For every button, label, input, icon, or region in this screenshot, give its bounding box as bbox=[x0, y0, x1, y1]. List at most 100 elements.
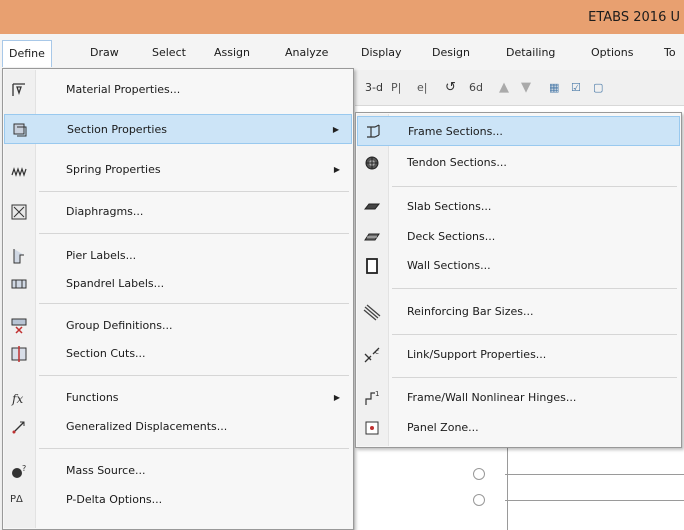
submenu-arrow-icon: ▶ bbox=[333, 165, 340, 174]
menu-item-label: Spandrel Labels... bbox=[66, 277, 165, 290]
menu-draw[interactable]: Draw bbox=[90, 43, 119, 63]
grid-icon[interactable]: ▦ bbox=[549, 78, 559, 98]
menu-item-label: Group Definitions... bbox=[66, 319, 173, 332]
displacement-icon bbox=[12, 421, 25, 434]
menu-item-label: Frame Sections... bbox=[408, 125, 503, 138]
menu-item-tendon-sections[interactable]: Tendon Sections... bbox=[357, 148, 680, 178]
toolbar: 3-d P| e| ↺ 6d ▲ ▼ ▦ ☑ ▢ bbox=[355, 70, 684, 106]
menu-item-pdelta-options[interactable]: PΔ P-Delta Options... bbox=[4, 485, 352, 515]
link-icon: c bbox=[364, 347, 380, 363]
menu-item-label: Mass Source... bbox=[66, 464, 146, 477]
checkbox-icon[interactable]: ☑ bbox=[571, 78, 581, 98]
menu-item-deck-sections[interactable]: Deck Sections... bbox=[357, 222, 680, 252]
pier-icon bbox=[13, 249, 24, 264]
pdelta-icon: PΔ bbox=[10, 494, 23, 505]
menu-detailing[interactable]: Detailing bbox=[506, 43, 555, 63]
svg-text:1: 1 bbox=[375, 390, 379, 398]
menu-item-label: Spring Properties bbox=[66, 163, 161, 176]
frame-icon[interactable]: ▢ bbox=[593, 78, 603, 98]
menu-item-frame-wall-nonlinear-hinges[interactable]: 1 Frame/Wall Nonlinear Hinges... bbox=[357, 383, 680, 413]
plan-view-icon[interactable]: P| bbox=[391, 78, 401, 98]
menu-analyze[interactable]: Analyze bbox=[285, 43, 328, 63]
section-cut-icon bbox=[11, 346, 27, 362]
diaphragm-icon bbox=[11, 204, 27, 220]
perspective-icon[interactable]: 6d bbox=[469, 78, 483, 98]
section-icon bbox=[13, 123, 27, 137]
menu-separator bbox=[39, 303, 349, 304]
menu-item-label: Link/Support Properties... bbox=[407, 348, 547, 361]
menu-item-label: Slab Sections... bbox=[407, 200, 492, 213]
grid-line bbox=[505, 500, 684, 501]
menu-separator bbox=[392, 186, 677, 187]
menu-item-section-properties[interactable]: Section Properties ▶ bbox=[4, 114, 352, 144]
window-title: ETABS 2016 U bbox=[588, 10, 680, 25]
menu-separator bbox=[392, 377, 677, 378]
spring-icon bbox=[11, 167, 27, 177]
menu-item-generalized-displacements[interactable]: Generalized Displacements... bbox=[4, 412, 352, 442]
menu-item-reinforcing-bar-sizes[interactable]: Reinforcing Bar Sizes... bbox=[357, 297, 680, 327]
menu-item-wall-sections[interactable]: Wall Sections... bbox=[357, 251, 680, 281]
menu-item-spring-properties[interactable]: Spring Properties ▶ bbox=[4, 155, 352, 185]
define-menu: Material Properties... Section Propertie… bbox=[2, 68, 354, 530]
menu-item-label: Pier Labels... bbox=[66, 249, 137, 262]
menu-separator bbox=[392, 334, 677, 335]
grid-bubble[interactable] bbox=[473, 468, 485, 480]
svg-text:fx: fx bbox=[11, 392, 23, 406]
menu-item-panel-zone[interactable]: Panel Zone... bbox=[357, 413, 680, 443]
menu-item-link-support-properties[interactable]: c Link/Support Properties... bbox=[357, 340, 680, 370]
menu-select[interactable]: Select bbox=[152, 43, 186, 63]
menu-item-diaphragms[interactable]: Diaphragms... bbox=[4, 197, 352, 227]
menu-define[interactable]: Define bbox=[2, 40, 52, 67]
menu-item-label: P-Delta Options... bbox=[66, 493, 163, 506]
menu-assign[interactable]: Assign bbox=[214, 43, 250, 63]
tendon-icon bbox=[365, 156, 379, 170]
move-down-icon[interactable]: ▼ bbox=[521, 78, 531, 98]
menu-bar: Define Draw Select Assign Analyze Displa… bbox=[0, 34, 684, 70]
menu-item-label: Section Cuts... bbox=[66, 347, 146, 360]
menu-item-label: Deck Sections... bbox=[407, 230, 496, 243]
menu-item-functions[interactable]: fx Functions ▶ bbox=[4, 383, 352, 413]
menu-item-material-properties[interactable]: Material Properties... bbox=[4, 75, 352, 105]
menu-tools[interactable]: To bbox=[664, 43, 676, 63]
svg-text:c: c bbox=[375, 348, 379, 356]
menu-item-label: Tendon Sections... bbox=[407, 156, 507, 169]
rotate-icon[interactable]: ↺ bbox=[445, 78, 456, 98]
menu-item-mass-source[interactable]: ? Mass Source... bbox=[4, 456, 352, 486]
section-properties-submenu: Frame Sections... Tendon Sections... Sla… bbox=[355, 112, 682, 448]
elevation-view-icon[interactable]: e| bbox=[417, 78, 427, 98]
grid-bubble[interactable] bbox=[473, 494, 485, 506]
menu-item-pier-labels[interactable]: Pier Labels... bbox=[4, 241, 352, 271]
menu-item-spandrel-labels[interactable]: Spandrel Labels... bbox=[4, 269, 352, 299]
submenu-arrow-icon: ▶ bbox=[332, 125, 339, 134]
menu-options[interactable]: Options bbox=[591, 43, 633, 63]
menu-display[interactable]: Display bbox=[361, 43, 402, 63]
spandrel-icon bbox=[11, 279, 27, 289]
mass-icon: ? bbox=[12, 464, 26, 478]
material-icon bbox=[12, 83, 25, 96]
deck-icon bbox=[364, 233, 380, 241]
menu-item-label: Diaphragms... bbox=[66, 205, 144, 218]
menu-item-label: Reinforcing Bar Sizes... bbox=[407, 305, 534, 318]
menu-separator bbox=[39, 191, 349, 192]
menu-item-label: Panel Zone... bbox=[407, 421, 479, 434]
menu-item-group-definitions[interactable]: Group Definitions... bbox=[4, 311, 352, 341]
slab-icon bbox=[363, 203, 381, 210]
hinge-icon: 1 bbox=[365, 390, 379, 405]
title-bar: ETABS 2016 U bbox=[0, 0, 684, 34]
menu-item-section-cuts[interactable]: Section Cuts... bbox=[4, 339, 352, 369]
menu-separator bbox=[39, 375, 349, 376]
menu-design[interactable]: Design bbox=[432, 43, 470, 63]
grid-line bbox=[505, 474, 684, 475]
function-icon: fx bbox=[11, 392, 23, 406]
menu-item-frame-sections[interactable]: Frame Sections... bbox=[357, 116, 680, 146]
menu-item-label: Section Properties bbox=[67, 123, 167, 136]
menu-item-label: Material Properties... bbox=[66, 83, 181, 96]
menu-separator bbox=[39, 448, 349, 449]
submenu-arrow-icon: ▶ bbox=[333, 393, 340, 402]
menu-item-label: Generalized Displacements... bbox=[66, 420, 228, 433]
rebar-icon bbox=[363, 304, 381, 321]
panel-zone-icon bbox=[365, 421, 379, 435]
move-up-icon[interactable]: ▲ bbox=[499, 78, 509, 98]
menu-item-slab-sections[interactable]: Slab Sections... bbox=[357, 192, 680, 222]
view-3d-button[interactable]: 3-d bbox=[365, 78, 383, 98]
